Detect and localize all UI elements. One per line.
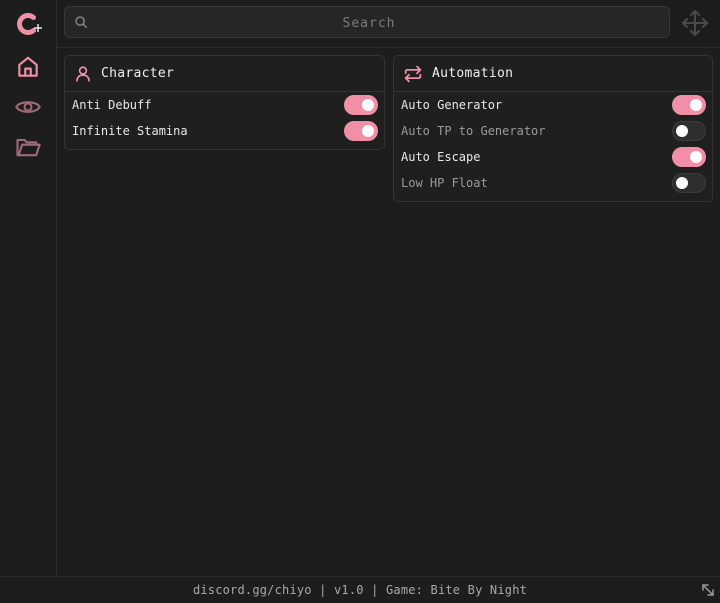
move-handle[interactable] bbox=[681, 9, 709, 41]
toggle-label: Low HP Float bbox=[401, 176, 488, 190]
toggle-label: Auto TP to Generator bbox=[401, 124, 546, 138]
toggle-knob bbox=[362, 99, 374, 111]
sidebar-item-home[interactable] bbox=[12, 51, 44, 83]
footer-text: discord.gg/chiyo | v1.0 | Game: Bite By … bbox=[192, 583, 528, 597]
toggle-label: Auto Escape bbox=[401, 150, 481, 164]
folder-icon bbox=[16, 138, 41, 157]
automation-panel: Automation Auto Generator Auto TP to Gen… bbox=[393, 55, 713, 202]
auto-tp-to-generator-toggle[interactable] bbox=[672, 121, 706, 141]
panel-title: Automation bbox=[432, 66, 514, 81]
resize-icon[interactable] bbox=[701, 583, 715, 597]
status-bar: discord.gg/chiyo | v1.0 | Game: Bite By … bbox=[0, 576, 720, 603]
home-icon bbox=[18, 56, 38, 77]
anti-debuff-toggle[interactable] bbox=[344, 95, 378, 115]
low-hp-float-toggle[interactable] bbox=[672, 173, 706, 193]
character-panel-header: Character bbox=[65, 56, 384, 92]
user-icon bbox=[76, 65, 90, 82]
toggle-knob bbox=[362, 125, 374, 137]
auto-escape-toggle[interactable] bbox=[672, 147, 706, 167]
character-panel: Character Anti Debuff Infinite Stamina bbox=[64, 55, 385, 150]
logo-icon bbox=[17, 13, 42, 35]
toggle-row-infinite-stamina[interactable]: Infinite Stamina bbox=[65, 118, 384, 144]
sidebar bbox=[0, 0, 57, 576]
toggle-label: Anti Debuff bbox=[72, 98, 152, 112]
infinite-stamina-toggle[interactable] bbox=[344, 121, 378, 141]
toggle-knob bbox=[676, 177, 688, 189]
header-divider bbox=[56, 47, 720, 48]
toggle-label: Infinite Stamina bbox=[72, 124, 188, 138]
automation-panel-header: Automation bbox=[394, 56, 712, 92]
app-logo bbox=[14, 9, 44, 39]
toggle-knob bbox=[676, 125, 688, 137]
auto-generator-toggle[interactable] bbox=[672, 95, 706, 115]
toggle-knob bbox=[690, 151, 702, 163]
repeat-icon bbox=[404, 65, 422, 82]
toggle-row-auto-tp-to-generator[interactable]: Auto TP to Generator bbox=[394, 118, 712, 144]
eye-icon bbox=[15, 101, 41, 113]
toggle-row-auto-generator[interactable]: Auto Generator bbox=[394, 92, 712, 118]
toggle-row-auto-escape[interactable]: Auto Escape bbox=[394, 144, 712, 170]
search-input[interactable] bbox=[65, 7, 673, 39]
toggle-label: Auto Generator bbox=[401, 98, 503, 112]
toggle-row-low-hp-float[interactable]: Low HP Float bbox=[394, 170, 712, 196]
panel-title: Character bbox=[101, 66, 175, 81]
search-bar[interactable] bbox=[64, 6, 673, 39]
toggle-knob bbox=[690, 99, 702, 111]
toggle-row-anti-debuff[interactable]: Anti Debuff bbox=[65, 92, 384, 118]
move-icon bbox=[682, 10, 708, 36]
sidebar-item-visuals[interactable] bbox=[12, 91, 44, 123]
sidebar-item-files[interactable] bbox=[12, 131, 44, 163]
